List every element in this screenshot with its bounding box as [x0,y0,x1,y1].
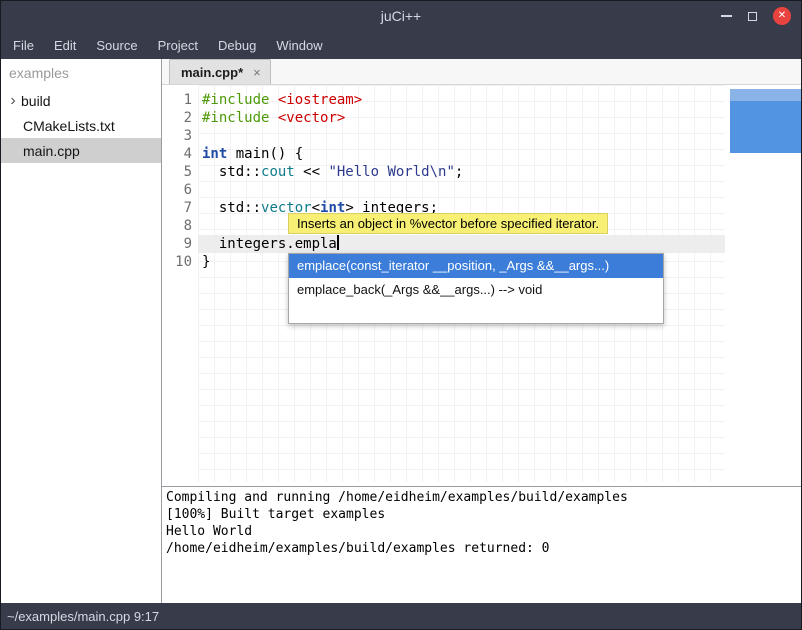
file-tree: ›build CMakeLists.txt main.cpp [1,88,161,163]
line-number: 10 [162,253,192,271]
project-name: examples [1,59,161,88]
console-line: Compiling and running /home/eidheim/exam… [166,489,797,506]
code-line[interactable]: #include <iostream> [202,91,362,109]
tree-item-build[interactable]: ›build [1,88,161,113]
minimize-icon[interactable] [721,15,732,17]
code-token: "Hello World\n" [328,164,454,180]
window-title: juCi++ [1,8,801,24]
completion-popup: emplace(const_iterator __position, _Args… [288,253,664,324]
line-number: 4 [162,145,192,163]
completion-doc-tooltip: Inserts an object in %vector before spec… [288,213,608,234]
code-line[interactable]: std::cout << "Hello World\n"; [202,163,463,181]
code-token: std:: [202,200,261,216]
code-token: ; [455,164,463,180]
tree-item-main-cpp[interactable]: main.cpp [1,138,161,163]
code-token [269,110,277,126]
menu-project[interactable]: Project [148,33,208,58]
text-cursor-icon [337,235,339,250]
line-number: 8 [162,217,192,235]
close-icon[interactable]: ✕ [773,7,791,25]
code-token: <iostream> [278,92,362,108]
code-token: <vector> [278,110,345,126]
editor-surface[interactable]: Inserts an object in %vector before spec… [162,85,801,486]
line-number: 6 [162,181,192,199]
line-number: 3 [162,127,192,145]
tree-item-label: main.cpp [23,143,80,159]
code-token: << [295,164,329,180]
console-line: Hello World [166,523,797,540]
window-controls: ✕ [721,1,791,31]
code-line[interactable]: int main() { [202,145,303,163]
maximize-icon[interactable] [748,12,757,21]
line-number: 2 [162,109,192,127]
line-number: 9 [162,235,192,253]
completion-item[interactable]: emplace(const_iterator __position, _Args… [289,254,663,278]
code-token: int [202,146,227,162]
tree-item-label: CMakeLists.txt [23,118,115,134]
main-area: examples ›build CMakeLists.txt main.cpp ma… [1,59,801,603]
code-token: cout [261,164,295,180]
tab-main-cpp[interactable]: main.cpp* × [169,59,271,84]
console[interactable]: Compiling and running /home/eidheim/exam… [162,486,801,603]
editor-column: main.cpp* × Inserts an object in %vector… [162,59,801,603]
tabbar: main.cpp* × [162,59,801,85]
tree-item-cmakelists-txt[interactable]: CMakeLists.txt [1,113,161,138]
completion-item[interactable]: emplace_back(_Args &&__args...) --> void [289,278,663,302]
code-token: #include [202,92,269,108]
code-token: main() { [227,146,303,162]
statusbar-text: ~/examples/main.cpp 9:17 [7,609,159,624]
code-token: } [202,254,210,270]
code-token: std:: [202,164,261,180]
code-line[interactable]: } [202,253,210,271]
menubar: FileEditSourceProjectDebugWindow [1,31,801,59]
code-line[interactable]: integers.empla [202,235,339,253]
titlebar[interactable]: juCi++ ✕ [1,1,801,31]
tree-item-label: build [21,93,51,109]
menu-window[interactable]: Window [266,33,332,58]
sidebar: examples ›build CMakeLists.txt main.cpp [1,59,162,603]
tab-close-icon[interactable]: × [253,65,261,80]
tab-label: main.cpp* [181,65,243,80]
menu-file[interactable]: File [3,33,44,58]
console-line: /home/eidheim/examples/build/examples re… [166,540,797,557]
console-line: [100%] Built target examples [166,506,797,523]
code-token: #include [202,110,269,126]
app-window: juCi++ ✕ FileEditSourceProjectDebugWindo… [0,0,802,630]
statusbar: ~/examples/main.cpp 9:17 [1,603,801,629]
code-token: integers.empla [202,236,337,252]
line-number: 7 [162,199,192,217]
editor-overview-scrollbar[interactable] [730,89,801,153]
menu-debug[interactable]: Debug [208,33,266,58]
menu-edit[interactable]: Edit [44,33,86,58]
line-number: 1 [162,91,192,109]
code-line[interactable]: #include <vector> [202,109,345,127]
menu-source[interactable]: Source [86,33,147,58]
expander-icon[interactable]: › [5,94,21,108]
line-number: 5 [162,163,192,181]
code-token [269,92,277,108]
